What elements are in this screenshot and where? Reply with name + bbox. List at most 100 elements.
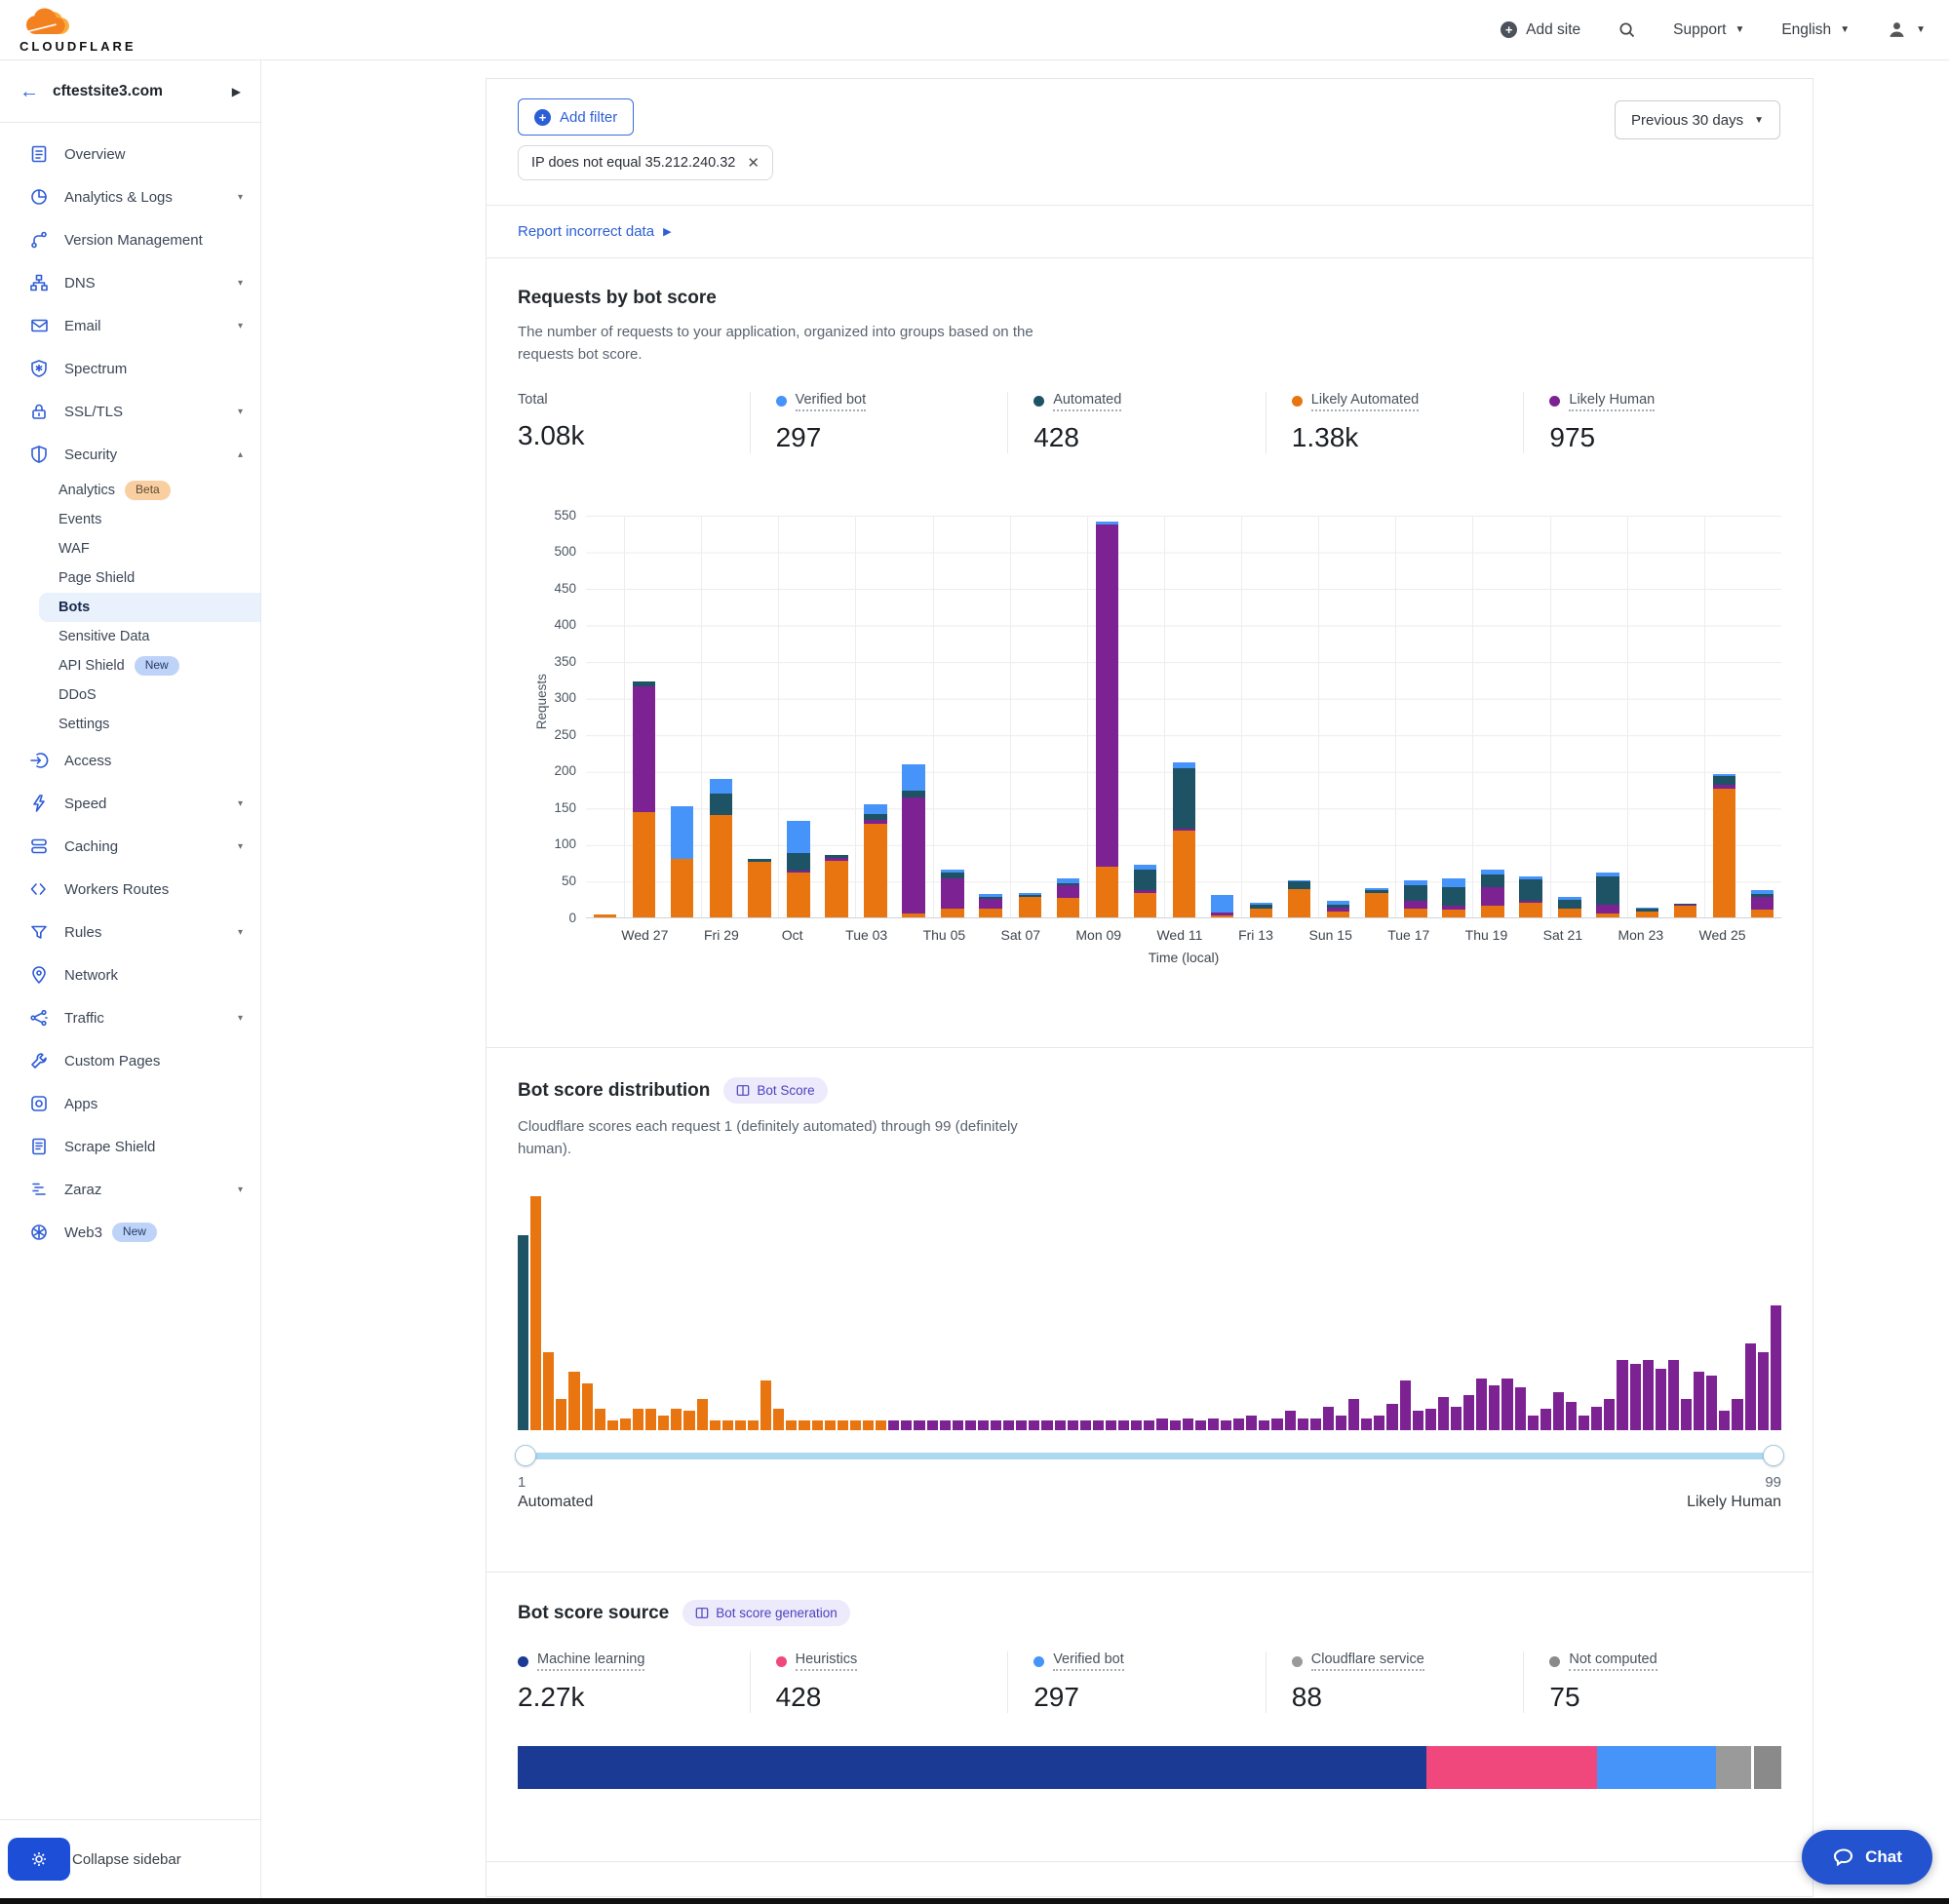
sidebar-item-custom-pages[interactable]: Custom Pages (0, 1039, 260, 1082)
sidebar-item-zaraz[interactable]: Zaraz▾ (0, 1168, 260, 1211)
sidebar-item-label: Caching (64, 838, 118, 855)
add-site-button[interactable]: + Add site (1501, 21, 1580, 39)
chart-bar-slot (1357, 516, 1395, 917)
stat-label[interactable]: Verified bot (1053, 1651, 1124, 1671)
sidebar-item-analytics-logs[interactable]: Analytics & Logs▾ (0, 175, 260, 218)
sidebar-item-bots[interactable]: Bots (39, 593, 260, 622)
sidebar-item-scrape-shield[interactable]: Scrape Shield (0, 1125, 260, 1168)
chart-bar-slot (1395, 516, 1434, 917)
report-incorrect-data-link[interactable]: Report incorrect data ▶ (518, 223, 672, 240)
sidebar-item-security[interactable]: Security▴ (0, 433, 260, 476)
sidebar-item-spectrum[interactable]: Spectrum (0, 347, 260, 390)
sidebar-item-rules[interactable]: Rules▾ (0, 911, 260, 953)
sidebar-item-traffic[interactable]: Traffic▾ (0, 996, 260, 1039)
sidebar-item-page-shield[interactable]: Page Shield (39, 563, 260, 593)
source-segment-heuristics (1426, 1746, 1598, 1789)
account-menu[interactable]: ▼ (1887, 19, 1926, 40)
back-arrow-icon[interactable]: ← (19, 82, 39, 101)
sidebar-item-network[interactable]: Network (0, 953, 260, 996)
stat-label[interactable]: Cloudflare service (1311, 1651, 1424, 1671)
chart-bar-slot (1512, 516, 1550, 917)
support-menu[interactable]: Support ▼ (1673, 21, 1744, 39)
sidebar-item-label: Access (64, 753, 111, 769)
x-axis-title: Time (local) (518, 950, 1781, 965)
bot-score-generation-badge[interactable]: Bot score generation (682, 1600, 850, 1626)
sidebar-item-settings[interactable]: Settings (39, 710, 260, 739)
stat-verified-bot: Verified bot297 (750, 392, 1008, 453)
main-content: + Add filter IP does not equal 35.212.24… (261, 60, 1949, 1904)
add-filter-button[interactable]: + Add filter (518, 98, 634, 136)
sidebar-item-overview[interactable]: Overview (0, 133, 260, 175)
slider-handle-max[interactable] (1763, 1445, 1784, 1466)
sidebar-item-speed[interactable]: Speed▾ (0, 782, 260, 825)
stat-label[interactable]: Heuristics (796, 1651, 858, 1671)
settings-gear-button[interactable] (8, 1838, 70, 1881)
requests-by-bot-score-section: Requests by bot score The number of requ… (487, 257, 1813, 1047)
histogram-bar (1515, 1387, 1526, 1429)
sidebar-item-sensitive-data[interactable]: Sensitive Data (39, 622, 260, 651)
stacked-bar (1674, 904, 1696, 917)
legend-dot-icon (1549, 1656, 1560, 1667)
stat-label[interactable]: Verified bot (796, 392, 867, 411)
sidebar-item-dns[interactable]: DNS▾ (0, 261, 260, 304)
legend-dot-icon (776, 396, 787, 407)
sidebar-item-email[interactable]: Email▾ (0, 304, 260, 347)
sidebar-item-web3[interactable]: Web3New (0, 1211, 260, 1254)
bot-score-distribution-section: Bot score distributionBot Score Cloudfla… (487, 1047, 1813, 1572)
legend-dot-icon (518, 1656, 528, 1667)
histogram-bar (1298, 1418, 1308, 1430)
sidebar-item-waf[interactable]: WAF (39, 534, 260, 563)
sidebar-item-ssl-tls[interactable]: SSL/TLS▾ (0, 390, 260, 433)
sidebar-item-label: Settings (58, 717, 109, 732)
sidebar-item-analytics[interactable]: AnalyticsBeta (39, 476, 260, 505)
slider-handle-min[interactable] (515, 1445, 536, 1466)
chevron-right-icon[interactable]: ▶ (232, 85, 241, 98)
x-tick-label: Wed 27 (621, 927, 668, 943)
stat-label[interactable]: Likely Automated (1311, 392, 1419, 411)
bar-segment-verified-bot (1211, 895, 1233, 913)
sidebar-item-workers-routes[interactable]: Workers Routes (0, 868, 260, 911)
legend-dot-icon (1292, 1656, 1303, 1667)
sidebar-item-ddos[interactable]: DDoS (39, 680, 260, 710)
stat-label[interactable]: Likely Human (1569, 392, 1655, 411)
chevron-down-icon: ▾ (238, 192, 243, 203)
stat-label[interactable]: Automated (1053, 392, 1121, 411)
stat-label[interactable]: Not computed (1569, 1651, 1657, 1671)
stacked-bar (1327, 901, 1349, 917)
filter-chip[interactable]: IP does not equal 35.212.240.32 ✕ (518, 145, 773, 180)
search-button[interactable] (1618, 20, 1636, 39)
stacked-bar (1211, 895, 1233, 917)
histogram-bar (1183, 1418, 1193, 1430)
histogram-bar (1668, 1360, 1679, 1430)
stacked-bar (1558, 897, 1580, 916)
sidebar-item-caching[interactable]: Caching▾ (0, 825, 260, 868)
source-stats-row: Machine learning2.27kHeuristics428Verifi… (518, 1651, 1781, 1713)
slider-track[interactable] (522, 1453, 1777, 1459)
site-name[interactable]: cftestsite3.com (53, 83, 232, 100)
legend-dot-icon (1292, 396, 1303, 407)
collapse-sidebar-button[interactable]: Collapse sidebar (72, 1851, 181, 1868)
scrape-shield-icon (29, 1137, 49, 1156)
stat-label[interactable]: Machine learning (537, 1651, 644, 1671)
site-selector: ← cftestsite3.com ▶ (0, 60, 260, 123)
language-menu[interactable]: English ▼ (1781, 21, 1850, 39)
rules-icon (29, 922, 49, 942)
date-range-select[interactable]: Previous 30 days ▼ (1615, 100, 1780, 139)
sidebar-item-version-management[interactable]: Version Management (0, 218, 260, 261)
remove-filter-icon[interactable]: ✕ (747, 154, 760, 172)
sidebar-item-apps[interactable]: Apps (0, 1082, 260, 1125)
sidebar-item-access[interactable]: Access (0, 739, 260, 782)
bar-segment-verified-bot (864, 804, 886, 815)
sidebar-item-events[interactable]: Events (39, 505, 260, 534)
stacked-bar (979, 894, 1001, 916)
chart-bar-slot (933, 516, 972, 917)
bot-score-badge[interactable]: Bot Score (723, 1077, 827, 1104)
chat-button[interactable]: Chat (1802, 1830, 1932, 1885)
x-tick-label: Fri 29 (704, 927, 739, 943)
bar-segment-likely-automated (902, 913, 924, 917)
sidebar-item-api-shield[interactable]: API ShieldNew (39, 651, 260, 680)
zaraz-icon (29, 1180, 49, 1199)
histogram-bar (927, 1420, 938, 1430)
histogram-bar (582, 1383, 593, 1430)
stacked-bar (671, 806, 693, 916)
